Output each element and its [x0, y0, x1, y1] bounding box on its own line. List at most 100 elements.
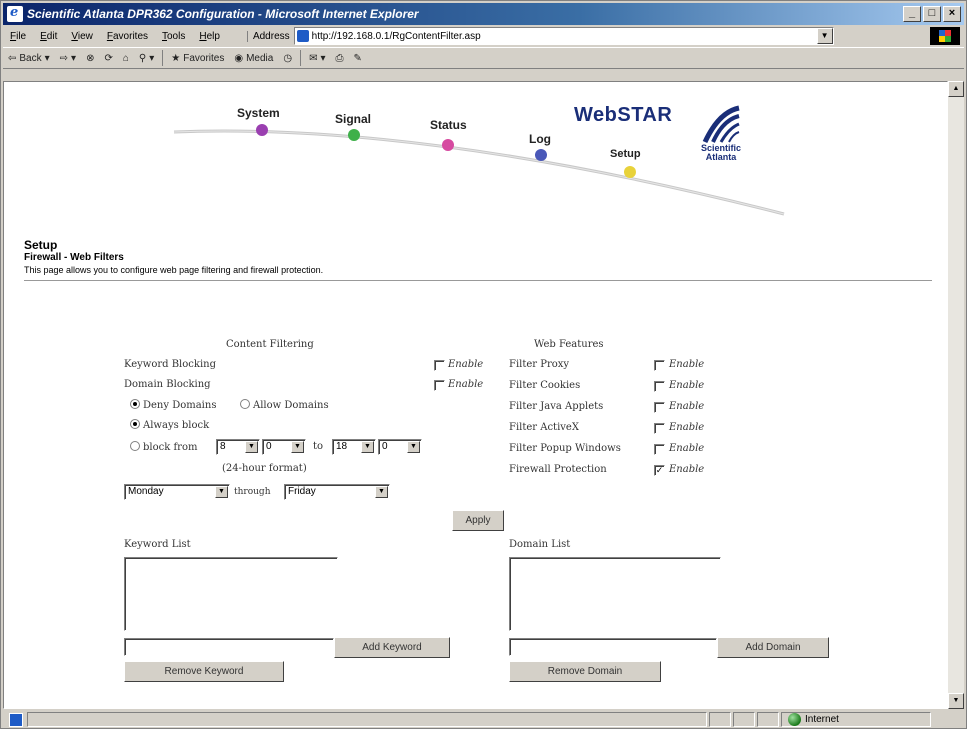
scroll-down-button[interactable]: ▼ [948, 693, 964, 709]
feature-label-filter-activex: Filter ActiveX [509, 422, 579, 433]
day-from-select[interactable]: Monday ▼ [124, 484, 230, 500]
system-dot-icon[interactable] [256, 124, 268, 136]
nav-arc [173, 124, 785, 216]
allow-domains-option[interactable]: Allow Domains [240, 399, 329, 411]
from-hour-select[interactable]: 8 ▼ [216, 439, 260, 455]
back-arrow-icon: ⇦ [8, 52, 17, 64]
refresh-button[interactable]: ⟳ [99, 53, 117, 64]
window-title: Scientific Atlanta DPR362 Configuration … [27, 7, 419, 21]
nav-system[interactable]: System [237, 106, 280, 120]
stop-button[interactable]: ⊗ [81, 53, 99, 64]
vertical-scrollbar[interactable]: ▲ ▼ [948, 81, 964, 709]
allow-domains-radio[interactable] [240, 399, 250, 409]
setup-dot-icon[interactable] [624, 166, 636, 178]
address-url: http://192.168.0.1/RgContentFilter.asp [311, 30, 481, 42]
close-button[interactable]: × [943, 6, 961, 22]
nav-setup[interactable]: Setup [610, 148, 641, 160]
menu-edit[interactable]: Edit [33, 31, 64, 42]
address-dropdown-button[interactable]: ▼ [816, 28, 833, 44]
nav-log[interactable]: Log [529, 132, 551, 146]
media-button[interactable]: ◉ Media [229, 53, 278, 64]
through-label: through [234, 487, 271, 497]
deny-domains-option[interactable]: Deny Domains [130, 399, 216, 411]
window-controls: _ □ × [903, 6, 961, 22]
domain-blocking-checkbox[interactable] [434, 380, 445, 391]
nav-status[interactable]: Status [430, 118, 467, 132]
feature-checkbox-filter-popup-windows[interactable] [654, 444, 665, 455]
menu-tools[interactable]: Tools [155, 31, 192, 42]
feature-checkbox-filter-activex[interactable] [654, 423, 665, 434]
apply-button[interactable]: Apply [452, 510, 504, 531]
scroll-up-button[interactable]: ▲ [948, 81, 964, 97]
feature-enable-label: Enable [669, 443, 705, 454]
block-from-option[interactable]: block from [130, 441, 197, 453]
deny-domains-radio[interactable] [130, 399, 140, 409]
always-block-option[interactable]: Always block [130, 419, 209, 431]
feature-checkbox-filter-proxy[interactable] [654, 360, 665, 371]
feature-label-filter-popup-windows: Filter Popup Windows [509, 443, 621, 454]
log-dot-icon[interactable] [535, 149, 547, 161]
keyword-blocking-checkbox[interactable] [434, 360, 445, 371]
page-title: Setup [24, 238, 58, 252]
toolbar: ⇦ Back ▾ ⇨ ▾ ⊗ ⟳ ⌂ ⚲ ▾ ★ Favorites ◉ Media ◷ ✉… [3, 47, 964, 69]
day-to-select[interactable]: Friday ▼ [284, 484, 390, 500]
minimize-button[interactable]: _ [903, 6, 921, 22]
chevron-down-icon: ▼ [375, 486, 388, 498]
feature-checkbox-firewall-protection[interactable]: ✓ [654, 465, 665, 476]
search-icon: ⚲ [138, 52, 147, 64]
history-button[interactable]: ◷ [278, 53, 297, 64]
menu-view[interactable]: View [64, 31, 100, 42]
globe-icon [788, 713, 801, 726]
menu-help[interactable]: Help [192, 31, 227, 42]
add-domain-button[interactable]: Add Domain [717, 637, 829, 658]
divider [24, 280, 932, 281]
nav-signal[interactable]: Signal [335, 112, 371, 126]
page-icon [296, 30, 309, 42]
remove-domain-button[interactable]: Remove Domain [509, 661, 661, 682]
domain-input[interactable] [509, 638, 717, 656]
chevron-down-icon: ▼ [245, 441, 258, 453]
feature-enable-label: Enable [669, 401, 705, 412]
favorites-button[interactable]: ★ Favorites [166, 53, 229, 64]
feature-label-filter-proxy: Filter Proxy [509, 359, 570, 370]
page-content: System Signal Status Log Setup WebSTAR S… [3, 81, 948, 709]
to-minute-select[interactable]: 0 ▼ [378, 439, 422, 455]
signal-dot-icon[interactable] [348, 129, 360, 141]
forward-button[interactable]: ⇨ ▾ [55, 53, 81, 64]
from-minute-select[interactable]: 0 ▼ [262, 439, 306, 455]
print-button[interactable]: ⎙ [331, 53, 349, 64]
status-dot-icon[interactable] [442, 139, 454, 151]
back-button[interactable]: ⇦ Back ▾ [3, 53, 55, 64]
keyword-enable-label: Enable [448, 359, 484, 370]
security-zone: Internet [781, 712, 931, 727]
feature-label-filter-cookies: Filter Cookies [509, 380, 581, 391]
feature-enable-label: Enable [669, 464, 705, 475]
add-keyword-button[interactable]: Add Keyword [334, 637, 450, 658]
domain-list-label: Domain List [509, 539, 571, 550]
always-block-radio[interactable] [130, 419, 140, 429]
search-button[interactable]: ⚲ ▾ [134, 53, 159, 64]
feature-checkbox-filter-java-applets[interactable] [654, 402, 665, 413]
mail-button[interactable]: ✉ ▾ [304, 53, 330, 64]
keyword-input[interactable] [124, 638, 334, 656]
webstar-logo: WebSTAR [574, 104, 673, 126]
feature-enable-label: Enable [669, 359, 705, 370]
company-name: Scientific Atlanta [700, 143, 741, 162]
feature-checkbox-filter-cookies[interactable] [654, 381, 665, 392]
windows-logo-icon [930, 27, 960, 45]
menu-file[interactable]: File [3, 31, 33, 42]
to-hour-select[interactable]: 18 ▼ [332, 439, 376, 455]
address-bar[interactable]: http://192.168.0.1/RgContentFilter.asp ▼ [293, 27, 834, 45]
chevron-down-icon: ▼ [407, 441, 420, 453]
forward-arrow-icon: ⇨ [59, 52, 69, 64]
title-bar: Scientific Atlanta DPR362 Configuration … [3, 3, 964, 25]
maximize-button[interactable]: □ [923, 6, 941, 22]
menu-favorites[interactable]: Favorites [100, 31, 155, 42]
domain-listbox[interactable] [509, 557, 721, 631]
keyword-listbox[interactable] [124, 557, 338, 631]
block-from-radio[interactable] [130, 441, 140, 451]
edit-button[interactable]: ✎ [349, 53, 367, 64]
home-button[interactable]: ⌂ [118, 53, 134, 64]
chevron-down-icon: ▼ [215, 486, 228, 498]
remove-keyword-button[interactable]: Remove Keyword [124, 661, 284, 682]
